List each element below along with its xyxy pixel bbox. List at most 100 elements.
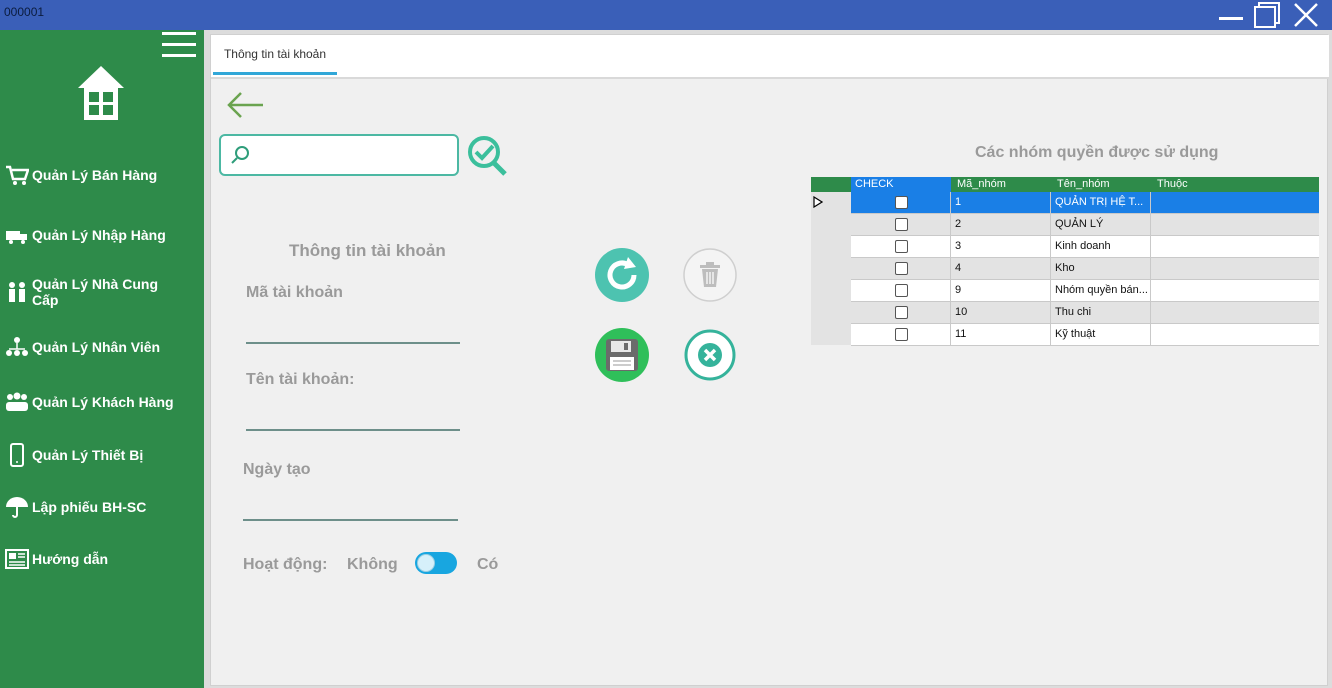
supplier-icon — [4, 279, 30, 305]
minimize-button[interactable] — [1213, 0, 1249, 30]
check-cell — [851, 258, 951, 279]
search-check-icon — [468, 136, 507, 176]
check-cell — [851, 324, 951, 345]
row-checkbox[interactable] — [895, 240, 908, 253]
main-area: Thông tin tài khoản Thông tin tài khoản … — [204, 30, 1332, 688]
arrow-left-icon — [227, 92, 263, 118]
trash-icon — [683, 248, 737, 302]
cancel-button[interactable] — [682, 327, 738, 383]
sidebar-item-suppliers[interactable]: Quản Lý Nhà Cung Cấp — [0, 270, 204, 314]
row-checkbox[interactable] — [895, 196, 908, 209]
sidebar-item-label: Quản Lý Nhập Hàng — [32, 227, 166, 243]
column-header-group-id[interactable]: Mã_nhóm — [953, 177, 1053, 192]
tab-account-info[interactable]: Thông tin tài khoản — [213, 35, 337, 75]
created-date-label: Ngày tạo — [243, 461, 311, 478]
sidebar-item-customers[interactable]: Quản Lý Khách Hàng — [0, 382, 204, 422]
row-checkbox[interactable] — [895, 284, 908, 297]
group-id-cell: 11 — [951, 324, 1051, 345]
table-row[interactable]: 1 QUẢN TRỊ HỆ T... — [851, 192, 1319, 214]
cart-icon — [4, 162, 30, 188]
maximize-icon — [1254, 2, 1280, 28]
belongs-cell — [1151, 302, 1319, 323]
title-bar: 000001 — [0, 0, 1332, 30]
check-cell — [851, 302, 951, 323]
table-row[interactable]: 10 Thu chi — [851, 302, 1319, 324]
group-id-cell: 1 — [951, 192, 1051, 213]
cancel-icon — [684, 329, 736, 381]
phone-icon — [4, 442, 30, 468]
row-checkbox[interactable] — [895, 262, 908, 275]
sidebar-item-label: Lập phiếu BH-SC — [32, 499, 147, 515]
maximize-button[interactable] — [1250, 0, 1286, 30]
save-button[interactable] — [594, 327, 650, 383]
current-row-indicator-icon — [813, 196, 823, 208]
form-title: Thông tin tài khoản — [289, 241, 446, 260]
created-date-field[interactable] — [243, 519, 458, 521]
table-row[interactable]: 3 Kinh doanh — [851, 236, 1319, 258]
group-name-cell: Kỹ thuật — [1051, 324, 1151, 345]
minimize-icon — [1219, 17, 1243, 20]
group-id-cell: 10 — [951, 302, 1051, 323]
belongs-cell — [1151, 280, 1319, 301]
sidebar-item-label: Quản Lý Nhân Viên — [32, 339, 161, 355]
sidebar-item-guide[interactable]: Hướng dẫn — [0, 539, 204, 579]
group-id-cell: 3 — [951, 236, 1051, 257]
sidebar-item-sales[interactable]: Quản Lý Bán Hàng — [0, 155, 204, 195]
group-name-cell: Nhóm quyền bán... — [1051, 280, 1151, 301]
group-name-cell: QUẢN LÝ — [1051, 214, 1151, 235]
tab-strip: Thông tin tài khoản — [211, 35, 1329, 79]
close-button[interactable] — [1288, 0, 1324, 30]
row-checkbox[interactable] — [895, 328, 908, 341]
sidebar-item-label: Quản Lý Nhà Cung Cấp — [32, 276, 158, 308]
table-row[interactable]: 9 Nhóm quyền bán... — [851, 280, 1319, 302]
grid-header: CHECK Mã_nhóm Tên_nhóm Thuộc — [811, 177, 1319, 192]
window-title: 000001 — [4, 5, 45, 19]
account-panel: Thông tin tài khoản Thông tin tài khoản … — [210, 34, 1329, 686]
active-toggle[interactable] — [415, 552, 457, 574]
hamburger-menu-button[interactable] — [162, 32, 196, 64]
home-icon[interactable] — [76, 64, 126, 122]
row-checkbox[interactable] — [895, 218, 908, 231]
check-cell — [851, 236, 951, 257]
account-name-field[interactable] — [246, 429, 460, 431]
grid-title: Các nhóm quyền được sử dụng — [975, 144, 1219, 161]
account-id-label: Mã tài khoản — [246, 284, 343, 301]
back-button[interactable] — [223, 89, 267, 121]
sidebar-item-label: Quản Lý Thiết Bị — [32, 447, 144, 463]
close-icon — [1294, 3, 1318, 27]
sidebar-item-label: Quản Lý Khách Hàng — [32, 394, 174, 410]
sidebar-item-employees[interactable]: Quản Lý Nhân Viên — [0, 327, 204, 367]
table-row[interactable]: 4 Kho — [851, 258, 1319, 280]
active-label: Hoạt động: — [243, 556, 328, 573]
permission-groups-grid: CHECK Mã_nhóm Tên_nhóm Thuộc 1 QUẢN TRỊ … — [811, 177, 1319, 346]
delete-button[interactable] — [682, 247, 738, 303]
belongs-cell — [1151, 258, 1319, 279]
refresh-button[interactable] — [594, 247, 650, 303]
sidebar-item-import[interactable]: Quản Lý Nhập Hàng — [0, 215, 204, 255]
sidebar-item-devices[interactable]: Quản Lý Thiết Bị — [0, 435, 204, 475]
group-id-cell: 4 — [951, 258, 1051, 279]
check-cell — [851, 280, 951, 301]
check-cell — [851, 214, 951, 235]
customers-icon — [4, 389, 30, 415]
group-id-cell: 9 — [951, 280, 1051, 301]
column-header-group-name[interactable]: Tên_nhóm — [1053, 177, 1153, 192]
sidebar: Quản Lý Bán Hàng Quản Lý Nhập Hàng Quản … — [0, 30, 204, 688]
belongs-cell — [1151, 236, 1319, 257]
table-row[interactable]: 11 Kỹ thuật — [851, 324, 1319, 346]
group-name-cell: Thu chi — [1051, 302, 1151, 323]
group-id-cell: 2 — [951, 214, 1051, 235]
row-checkbox[interactable] — [895, 306, 908, 319]
toggle-on-label: Có — [477, 556, 499, 573]
account-id-field[interactable] — [246, 342, 460, 344]
search-button[interactable] — [465, 133, 511, 177]
belongs-cell — [1151, 324, 1319, 345]
sidebar-item-warranty[interactable]: Lập phiếu BH-SC — [0, 487, 204, 527]
column-header-belongs[interactable]: Thuộc — [1153, 177, 1253, 192]
column-header-check[interactable]: CHECK — [851, 177, 951, 192]
table-row[interactable]: 2 QUẢN LÝ — [851, 214, 1319, 236]
sidebar-item-label: Quản Lý Bán Hàng — [32, 167, 158, 183]
search-input[interactable] — [219, 134, 459, 176]
truck-icon — [4, 222, 30, 248]
save-icon — [595, 328, 649, 382]
